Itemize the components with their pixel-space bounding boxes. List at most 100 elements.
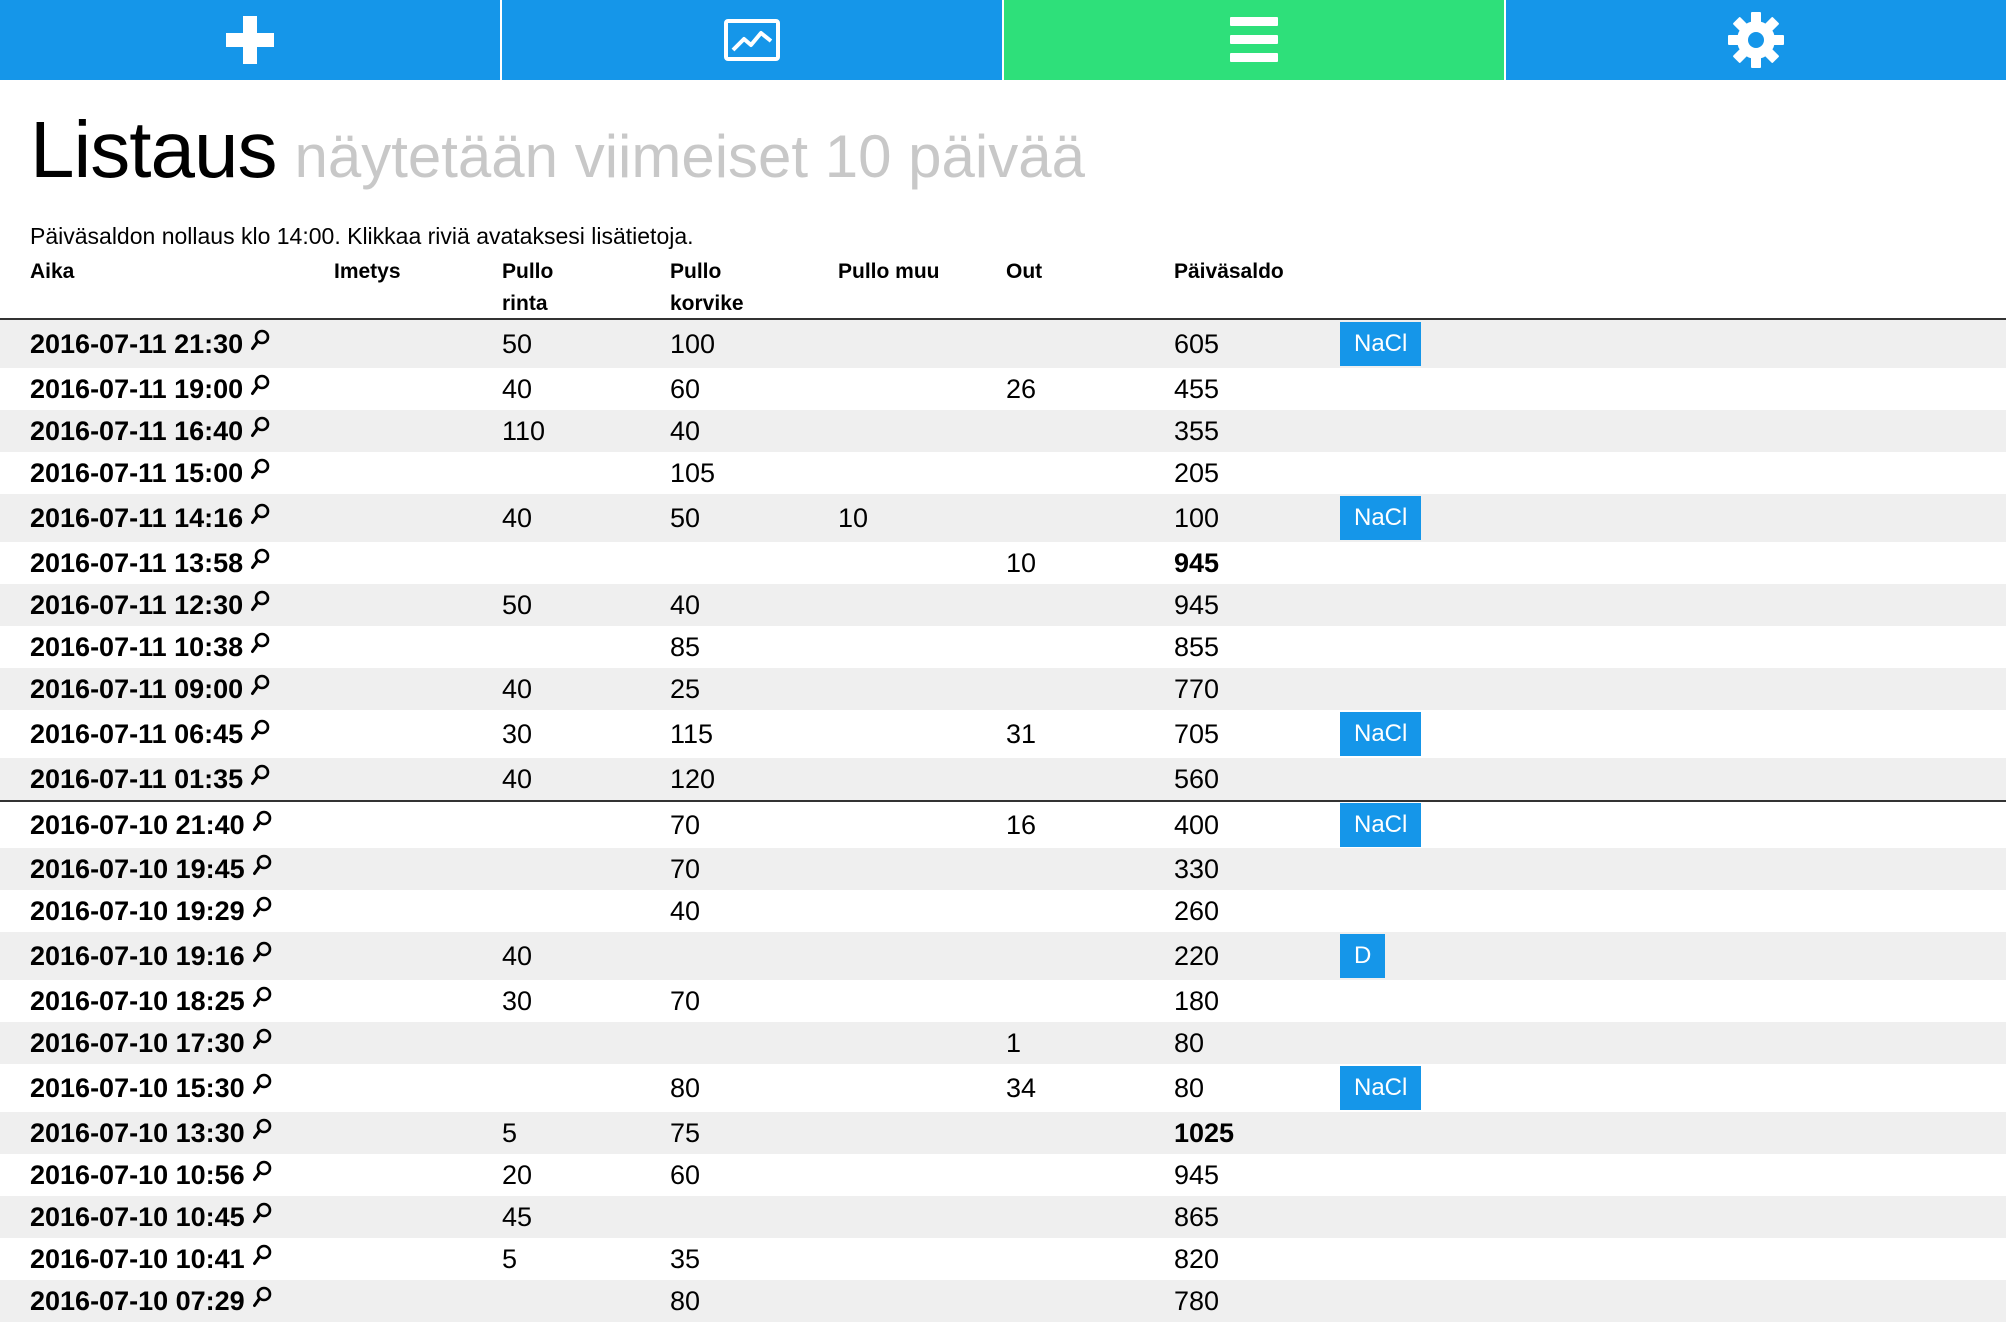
cell-aika: 2016-07-11 19:00 bbox=[0, 374, 334, 405]
cell-out: 26 bbox=[1006, 373, 1037, 404]
chart-icon bbox=[724, 19, 780, 61]
cell-pullo-rinta: 110 bbox=[502, 415, 546, 446]
cell-paivasaldo: 780 bbox=[1174, 1285, 1220, 1316]
nav-add-button[interactable] bbox=[0, 0, 502, 80]
magnifier-icon bbox=[252, 1116, 273, 1147]
cell-pullo-korvike: 70 bbox=[670, 809, 701, 840]
page-subtitle: näytetään viimeiset 10 päivää bbox=[294, 123, 1085, 190]
table-row[interactable]: 2016-07-10 13:30 5 75 1025 bbox=[0, 1112, 2006, 1154]
nav-chart-button[interactable] bbox=[502, 0, 1004, 80]
cell-paivasaldo: 865 bbox=[1174, 1201, 1220, 1232]
cell-pullo-korvike: 70 bbox=[670, 985, 701, 1016]
table-row[interactable]: 2016-07-10 19:29 40 260 bbox=[0, 890, 2006, 932]
cell-aika: 2016-07-11 21:30 bbox=[0, 329, 334, 360]
magnifier-icon bbox=[251, 414, 271, 445]
cell-paivasaldo: 205 bbox=[1174, 457, 1220, 488]
table-row[interactable]: 2016-07-10 10:45 45 865 bbox=[0, 1196, 2006, 1238]
header-pullo-rinta: Pullo rinta bbox=[502, 252, 670, 318]
table-row[interactable]: 2016-07-10 07:29 80 780 bbox=[0, 1280, 2006, 1322]
table-row[interactable]: 2016-07-11 16:40 110 40 355 bbox=[0, 410, 2006, 452]
cell-paivasaldo: 605 bbox=[1174, 328, 1220, 359]
cell-pullo-rinta: 40 bbox=[502, 940, 533, 971]
magnifier-icon bbox=[251, 672, 271, 703]
magnifier-icon bbox=[252, 808, 273, 839]
table-row[interactable]: 2016-07-11 12:30 50 40 945 bbox=[0, 584, 2006, 626]
cell-paivasaldo: 1025 bbox=[1174, 1117, 1235, 1148]
table-row[interactable]: 2016-07-11 13:58 10 945 bbox=[0, 542, 2006, 584]
cell-pullo-rinta: 40 bbox=[502, 502, 533, 533]
table-row[interactable]: 2016-07-11 19:00 40 60 26 455 bbox=[0, 368, 2006, 410]
table-row[interactable]: 2016-07-11 01:35 40 120 560 bbox=[0, 758, 2006, 800]
cell-paivasaldo: 220 bbox=[1174, 940, 1220, 971]
row-time: 2016-07-10 17:30 bbox=[30, 1027, 245, 1058]
table-row[interactable]: 2016-07-10 18:25 30 70 180 bbox=[0, 980, 2006, 1022]
table-row[interactable]: 2016-07-11 10:38 85 855 bbox=[0, 626, 2006, 668]
table-row[interactable]: 2016-07-11 15:00 105 205 bbox=[0, 452, 2006, 494]
nav-list-button[interactable] bbox=[1004, 0, 1506, 80]
row-time: 2016-07-11 01:35 bbox=[30, 763, 244, 794]
cell-pullo-rinta: 45 bbox=[502, 1201, 533, 1232]
cell-pullo-rinta: 40 bbox=[502, 373, 533, 404]
tag-button[interactable]: NaCl bbox=[1340, 1066, 1422, 1110]
header-pullo-rinta-line2: rinta bbox=[502, 292, 548, 315]
cell-aika: 2016-07-10 21:40 bbox=[0, 810, 334, 841]
table-row[interactable]: 2016-07-10 10:41 5 35 820 bbox=[0, 1238, 2006, 1280]
list-icon bbox=[1230, 17, 1278, 63]
cell-pullo-korvike: 115 bbox=[670, 718, 714, 749]
table-row[interactable]: 2016-07-11 06:45 30 115 31 705 NaCl bbox=[0, 710, 2006, 758]
cell-paivasaldo: 355 bbox=[1174, 415, 1220, 446]
nav-settings-button[interactable] bbox=[1506, 0, 2006, 80]
row-time: 2016-07-10 15:30 bbox=[30, 1072, 245, 1103]
cell-paivasaldo: 770 bbox=[1174, 673, 1220, 704]
gear-icon bbox=[1727, 11, 1785, 69]
cell-aika: 2016-07-11 13:58 bbox=[0, 548, 334, 579]
tag-button[interactable]: D bbox=[1340, 934, 1386, 978]
cell-pullo-korvike: 40 bbox=[670, 895, 701, 926]
cell-aika: 2016-07-10 17:30 bbox=[0, 1028, 334, 1059]
cell-tag: NaCl bbox=[1340, 803, 2006, 847]
row-time: 2016-07-10 10:45 bbox=[30, 1201, 245, 1232]
cell-out: 31 bbox=[1006, 718, 1037, 749]
cell-out: 10 bbox=[1006, 547, 1037, 578]
table-row[interactable]: 2016-07-10 21:40 70 16 400 NaCl bbox=[0, 800, 2006, 848]
cell-paivasaldo: 260 bbox=[1174, 895, 1220, 926]
magnifier-icon bbox=[252, 1242, 273, 1273]
cell-tag: NaCl bbox=[1340, 712, 2006, 756]
tag-button[interactable]: NaCl bbox=[1340, 712, 1422, 756]
magnifier-icon bbox=[252, 852, 273, 883]
cell-aika: 2016-07-10 10:56 bbox=[0, 1160, 334, 1191]
magnifier-icon bbox=[251, 546, 271, 577]
magnifier-icon bbox=[252, 984, 273, 1015]
magnifier-icon bbox=[251, 327, 271, 358]
table-row[interactable]: 2016-07-10 19:16 40 220 D bbox=[0, 932, 2006, 980]
cell-aika: 2016-07-10 10:41 bbox=[0, 1244, 334, 1275]
table-row[interactable]: 2016-07-10 17:30 1 80 bbox=[0, 1022, 2006, 1064]
cell-paivasaldo: 80 bbox=[1174, 1027, 1205, 1058]
table-row[interactable]: 2016-07-10 10:56 20 60 945 bbox=[0, 1154, 2006, 1196]
table-row[interactable]: 2016-07-10 19:45 70 330 bbox=[0, 848, 2006, 890]
cell-aika: 2016-07-11 16:40 bbox=[0, 416, 334, 447]
row-time: 2016-07-11 14:16 bbox=[30, 502, 244, 533]
header-paivasaldo: Päiväsaldo bbox=[1174, 260, 1284, 283]
cell-pullo-korvike: 75 bbox=[670, 1117, 701, 1148]
table-row[interactable]: 2016-07-11 21:30 50 100 605 NaCl bbox=[0, 320, 2006, 368]
table-row[interactable]: 2016-07-10 15:30 80 34 80 NaCl bbox=[0, 1064, 2006, 1112]
cell-aika: 2016-07-10 19:16 bbox=[0, 941, 334, 972]
cell-paivasaldo: 705 bbox=[1174, 718, 1220, 749]
cell-pullo-muu: 10 bbox=[838, 502, 869, 533]
cell-paivasaldo: 945 bbox=[1174, 547, 1220, 578]
magnifier-icon bbox=[251, 762, 271, 793]
tag-button[interactable]: NaCl bbox=[1340, 322, 1422, 366]
tag-button[interactable]: NaCl bbox=[1340, 803, 1422, 847]
table-row[interactable]: 2016-07-11 09:00 40 25 770 bbox=[0, 668, 2006, 710]
header-pullo-korvike-line2: korvike bbox=[670, 292, 744, 315]
magnifier-icon bbox=[251, 717, 271, 748]
table-row[interactable]: 2016-07-11 14:16 40 50 10 100 NaCl bbox=[0, 494, 2006, 542]
cell-pullo-rinta: 50 bbox=[502, 589, 533, 620]
magnifier-icon bbox=[251, 456, 271, 487]
cell-aika: 2016-07-10 13:30 bbox=[0, 1118, 334, 1149]
cell-tag: D bbox=[1340, 934, 2006, 978]
cell-pullo-rinta: 40 bbox=[502, 763, 533, 794]
cell-tag: NaCl bbox=[1340, 322, 2006, 366]
tag-button[interactable]: NaCl bbox=[1340, 496, 1422, 540]
